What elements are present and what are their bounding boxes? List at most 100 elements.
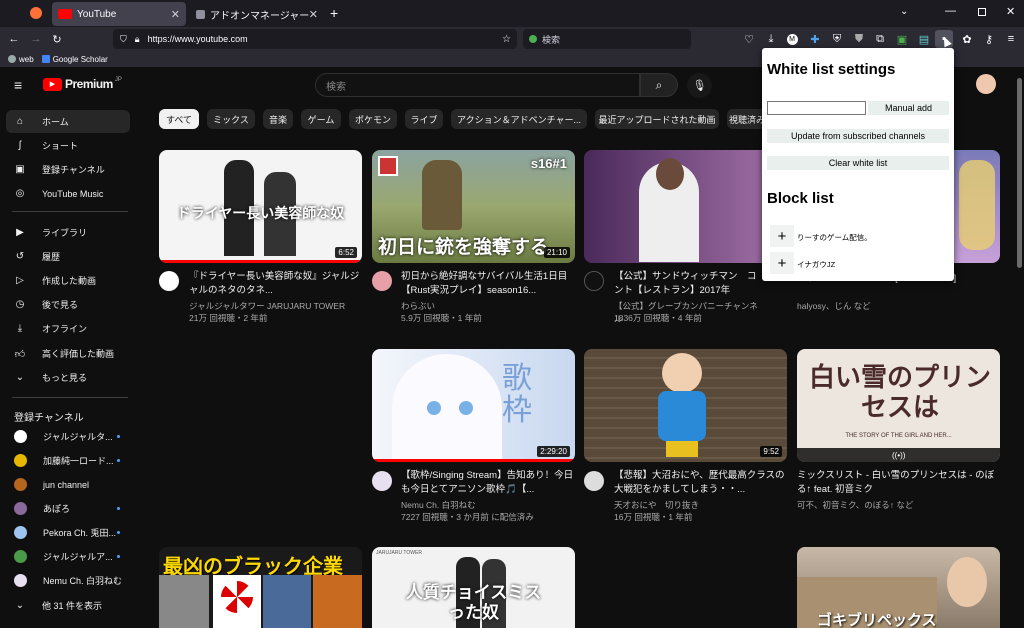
close-tab-icon[interactable]: ✕ [309, 8, 318, 21]
minimize-button[interactable]: — [945, 5, 956, 17]
forward-icon[interactable]: → [27, 30, 45, 48]
guide-menu-icon[interactable]: ≡ [14, 77, 22, 93]
video-thumbnail[interactable] [584, 150, 762, 263]
video-thumbnail[interactable]: 白い雪のプリンセスは THE STORY OF THE GIRL AND HER… [797, 349, 1000, 462]
extension-shield-icon[interactable]: ⛨ [828, 30, 846, 48]
add-to-whitelist-button[interactable]: + [770, 252, 794, 274]
video-title[interactable]: 【歌枠/Singing Stream】告知あり！今日も今日とてアニソン歌枠🎵【.… [401, 469, 579, 497]
back-icon[interactable]: ← [5, 30, 23, 48]
sub-channel-item[interactable]: jun channel [6, 473, 130, 496]
extensions-puzzle-icon[interactable]: ⧉ [871, 30, 889, 48]
youtube-search-input[interactable]: 検索 [315, 73, 640, 97]
bookmark-google-scholar[interactable]: Google Scholar [41, 55, 108, 64]
chip-watched[interactable]: 視聴済み [727, 109, 767, 129]
bookmark-star-icon[interactable]: ☆ [502, 34, 511, 45]
sub-channel-item[interactable]: ジャルジャルア... [6, 545, 130, 568]
extension-paw-icon[interactable]: ✿ [958, 30, 976, 48]
video-channel[interactable]: halyosy、じん など [797, 300, 1000, 313]
reload-icon[interactable]: ↻ [48, 30, 66, 48]
sub-channel-item[interactable]: Nemu Ch. 白羽ねむ [6, 569, 130, 592]
sidebar-item-liked[interactable]: 👍︎ 高く評価した動画 [6, 342, 130, 365]
downloads-icon[interactable]: ⤓ [762, 30, 780, 48]
extension-blue-icon[interactable]: ✚ [806, 30, 824, 48]
sidebar-item-subscriptions[interactable]: ▣ 登録チャンネル [6, 158, 130, 181]
youtube-logo[interactable]: ▶ Premium JP [43, 77, 122, 91]
sub-channel-item[interactable]: 加藤純一ロード... [6, 449, 130, 472]
channel-avatar[interactable] [372, 271, 392, 291]
video-thumbnail[interactable]: 9:52 [584, 349, 787, 462]
sidebar-item-home[interactable]: ⌂ ホーム [6, 110, 130, 133]
extension-key-icon[interactable]: ⚷ [980, 30, 998, 48]
url-bar[interactable]: ⛉ 🔒︎ https://www.youtube.com ☆ [113, 29, 517, 49]
video-thumbnail[interactable]: 歌枠 2:29:20 [372, 349, 575, 462]
sidebar-item-history[interactable]: ↺ 履歴 [6, 245, 130, 268]
sidebar-item-shorts[interactable]: ʃ ショート [6, 134, 130, 157]
chip-all[interactable]: すべて [159, 109, 199, 129]
sidebar-item-show-more[interactable]: ⌄ もっと見る [6, 366, 130, 389]
clear-whitelist-button[interactable]: Clear white list [767, 156, 949, 170]
chip-mix[interactable]: ミックス [207, 109, 255, 129]
chip-live[interactable]: ライブ [405, 109, 443, 129]
channel-avatar[interactable] [584, 271, 604, 291]
avatar[interactable] [976, 74, 996, 94]
tab-youtube[interactable]: YouTube ✕ [52, 2, 186, 26]
update-from-subscribed-button[interactable]: Update from subscribed channels [767, 129, 949, 143]
video-title[interactable]: 【公式】サンドウィッチマン コント【レストラン】2017年 [614, 270, 762, 298]
manual-add-input[interactable] [767, 101, 866, 115]
video-thumbnail[interactable]: s16#1 初日に銃を強奪する 21:10 [372, 150, 575, 263]
bookmark-web[interactable]: web [8, 55, 34, 64]
sidebar-item-downloads[interactable]: ⤓ オフライン [6, 317, 130, 340]
channel-avatar[interactable] [584, 471, 604, 491]
sidebar-item-music[interactable]: ◎ YouTube Music [6, 182, 130, 205]
sidebar-item-library[interactable]: ▶ ライブラリ [6, 221, 130, 244]
video-thumbnail[interactable] [954, 150, 1000, 263]
channel-avatar[interactable] [159, 271, 179, 291]
tab-addons[interactable]: アドオンマネージャー ✕ [190, 2, 324, 26]
maximize-button[interactable] [978, 8, 986, 16]
hamburger-menu-icon[interactable]: ≡ [1002, 30, 1020, 48]
character-art [959, 160, 995, 250]
video-thumbnail[interactable]: ドライヤー長い美容師な奴 6:52 [159, 150, 362, 263]
sidebar-item-watch-later[interactable]: ◷ 後で見る [6, 293, 130, 316]
sub-channel-item[interactable]: ジャルジャルタ... [6, 425, 130, 448]
chip-music[interactable]: 音楽 [263, 109, 293, 129]
sub-channel-item[interactable]: Pekora Ch. 兎田... [6, 521, 130, 544]
list-tabs-icon[interactable]: ⌄ [900, 6, 908, 17]
extension-teal-icon[interactable]: ▤ [915, 30, 933, 48]
new-tab-button[interactable]: + [330, 5, 338, 21]
page-scrollbar[interactable] [1017, 78, 1022, 268]
show-more-subscriptions[interactable]: ⌄ 他 31 件を表示 [6, 594, 130, 617]
close-window-button[interactable]: ✕ [1006, 5, 1015, 18]
video-title[interactable]: 『ドライヤー長い美容師な奴』ジャルジャルのネタのタネ... [189, 270, 367, 298]
chip-pokemon[interactable]: ポケモン [349, 109, 397, 129]
video-title[interactable]: 【悲報】大沼おにや、歴代最高クラスの大戦犯をかましてしまう・・... [614, 469, 792, 497]
channel-avatar[interactable] [372, 471, 392, 491]
extension-ublock-icon[interactable]: ⛊ [850, 30, 868, 48]
youtube-search-button[interactable]: ⌕ [640, 73, 678, 97]
firefox-menu-icon[interactable] [30, 7, 42, 19]
video-title[interactable]: 初日から絶好調なサバイバル生活1日目【Rust実況プレイ】season16... [401, 270, 579, 298]
chip-action-adventure[interactable]: アクション＆アドベンチャー... [451, 109, 587, 129]
video-thumbnail[interactable]: JARUJARU TOWER 人質チョイスミスった奴 [372, 547, 575, 628]
video-title[interactable]: ミックスリスト - 白い雪のプリンセスは - のぼる↑ feat. 初音ミク [797, 469, 1000, 497]
thumbnail-caption: 初日に銃を強奪する [378, 237, 550, 258]
sub-channel-item[interactable]: あぽろ [6, 497, 130, 520]
video-thumbnail[interactable]: 最凶のブラック企業 [159, 547, 362, 628]
video-channel[interactable]: 可不、初音ミク、のぼる↑ など [797, 499, 1000, 512]
shield-icon[interactable]: ⛉ [120, 34, 127, 45]
anime-eye [427, 401, 441, 415]
extension-m-icon[interactable]: M [783, 30, 801, 48]
chip-recently-uploaded[interactable]: 最近アップロードされた動画 [595, 109, 719, 129]
thumbnail-subtitle: THE STORY OF THE GIRL AND HER... [845, 433, 952, 439]
chip-game[interactable]: ゲーム [301, 109, 341, 129]
close-tab-icon[interactable]: ✕ [171, 8, 180, 21]
pocket-icon[interactable]: ♡ [740, 30, 758, 48]
manual-add-button[interactable]: Manual add [868, 101, 949, 115]
add-to-whitelist-button[interactable]: + [770, 225, 794, 247]
voice-search-mic-icon[interactable]: 🎙︎ [687, 73, 712, 98]
browser-search-bar[interactable]: 検索 [523, 29, 691, 49]
lock-icon[interactable]: 🔒︎ [135, 34, 140, 45]
sidebar-item-your-videos[interactable]: ▷ 作成した動画 [6, 269, 130, 292]
extension-green-icon[interactable]: ▣ [893, 30, 911, 48]
video-thumbnail[interactable]: ゴキブリペックス [797, 547, 1000, 628]
